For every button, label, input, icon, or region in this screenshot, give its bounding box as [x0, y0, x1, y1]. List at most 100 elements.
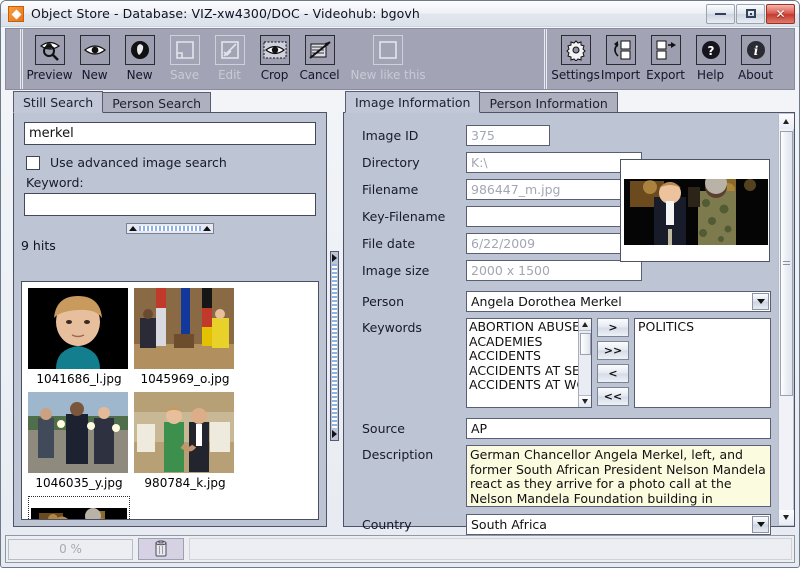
remove-keyword-button[interactable]: <: [597, 364, 629, 383]
scroll-down-button[interactable]: [778, 510, 794, 525]
add-all-keywords-button[interactable]: >>: [597, 341, 629, 360]
settings-button[interactable]: Settings: [551, 31, 600, 89]
person-new-icon: [124, 35, 155, 65]
details-pane: Image Information Person Information Ima…: [337, 91, 795, 535]
toolbar-group-edit: Preview New New Save Edit Crop Cancel Ne…: [20, 29, 434, 89]
field-image-id: Image ID 375: [362, 125, 771, 146]
help-button[interactable]: ? Help: [688, 31, 733, 89]
import-button-label: Import: [600, 68, 641, 82]
crop-button-label: Crop: [260, 68, 289, 82]
list-item[interactable]: ACCIDENTS AT WO: [469, 377, 586, 393]
search-tabstrip: Still Search Person Search: [5, 91, 329, 113]
list-item[interactable]: 1045969_o.jpg: [134, 288, 236, 386]
edit-button[interactable]: Edit: [207, 31, 252, 89]
image-preview[interactable]: [620, 159, 770, 262]
image-id-value[interactable]: 375: [466, 125, 550, 146]
image-size-value[interactable]: 2000 x 1500: [466, 260, 642, 281]
field-source: Source AP: [362, 418, 771, 439]
about-button[interactable]: i About: [733, 31, 778, 89]
crop-button[interactable]: Crop: [252, 31, 297, 89]
close-button[interactable]: ✕: [766, 3, 795, 24]
progress-indicator: 0 %: [8, 538, 133, 560]
person-combobox-value: Angela Dorothea Merkel: [471, 294, 622, 309]
scroll-down-arrow-icon[interactable]: [578, 395, 591, 407]
import-icon: [605, 35, 636, 65]
source-label: Source: [362, 421, 405, 436]
filename-value[interactable]: 986447_m.jpg: [466, 179, 642, 200]
scroll-up-button[interactable]: [778, 114, 794, 129]
list-item-selected[interactable]: 986447_m.jpg: [28, 496, 130, 519]
advanced-search-row[interactable]: Use advanced image search: [26, 155, 326, 170]
scrollbar-thumb[interactable]: [580, 333, 591, 355]
keywords-scrollbar[interactable]: [578, 319, 591, 407]
tab-image-information[interactable]: Image Information: [345, 91, 481, 113]
import-button[interactable]: Import: [598, 31, 643, 89]
available-keywords-list[interactable]: ABORTION ABUSE ACADEMIES ACCIDENTS ACCID…: [466, 318, 592, 408]
chevron-down-icon[interactable]: [752, 516, 769, 533]
restore-button[interactable]: [736, 3, 765, 24]
tab-person-information[interactable]: Person Information: [479, 92, 618, 113]
new-person-button[interactable]: New: [117, 31, 162, 89]
new-still-button[interactable]: New: [72, 31, 117, 89]
thumbnail-image: [28, 392, 128, 473]
list-item[interactable]: ABUSE: [538, 319, 580, 334]
help-button-label: Help: [697, 68, 724, 82]
trash-button[interactable]: [138, 538, 184, 560]
list-item[interactable]: ACCIDENTS AT SEA: [469, 363, 588, 378]
list-item[interactable]: 1046035_y.jpg: [28, 392, 130, 490]
restore-icon: [745, 9, 756, 18]
file-date-value[interactable]: 6/22/2009: [466, 233, 642, 254]
progress-text: 0 %: [59, 542, 82, 556]
scrollbar-track[interactable]: [779, 129, 794, 510]
list-item[interactable]: 980784_k.jpg: [134, 392, 236, 490]
cancel-button[interactable]: Cancel: [297, 31, 342, 89]
minimize-button[interactable]: [706, 3, 735, 24]
save-button[interactable]: Save: [162, 31, 207, 89]
window-title: Object Store - Database: VIZ-xw4300/DOC …: [31, 6, 420, 21]
search-input[interactable]: merkel: [24, 122, 316, 145]
tab-person-search[interactable]: Person Search: [102, 92, 212, 113]
export-button[interactable]: Export: [643, 31, 688, 89]
list-item[interactable]: 1041686_l.jpg: [28, 288, 130, 386]
advanced-search-checkbox[interactable]: [26, 155, 40, 170]
filename-label: Filename: [362, 182, 419, 197]
person-combobox[interactable]: Angela Dorothea Merkel: [466, 291, 771, 312]
preview-button[interactable]: Preview: [27, 31, 73, 89]
chevron-up-icon-left: [129, 226, 137, 231]
scroll-up-arrow-icon[interactable]: [578, 319, 591, 331]
status-bar: 0 %: [5, 535, 795, 563]
details-scrollbar[interactable]: [778, 114, 794, 525]
thumbnail-image: [31, 499, 127, 519]
list-item[interactable]: ABORTION: [469, 319, 534, 334]
tab-still-search[interactable]: Still Search: [13, 91, 104, 113]
directory-value[interactable]: K:\: [466, 152, 642, 173]
new-like-this-button[interactable]: New like this: [342, 31, 434, 89]
question-help-icon: ?: [695, 35, 726, 65]
remove-all-keywords-button[interactable]: <<: [597, 387, 629, 406]
hits-count: 9 hits: [21, 238, 56, 253]
title-bar: Object Store - Database: VIZ-xw4300/DOC …: [1, 1, 799, 27]
eye-new-icon: [79, 35, 110, 65]
selected-keywords-list[interactable]: POLITICS: [634, 318, 771, 408]
source-input[interactable]: AP: [466, 418, 771, 439]
scrollbar-thumb[interactable]: [779, 131, 793, 396]
description-textarea[interactable]: German Chancellor Angela Merkel, left, a…: [466, 445, 771, 507]
results-list[interactable]: 1041686_l.jpg 1045969_o.jpg 1046035_y.jp…: [21, 281, 319, 520]
search-input-value: merkel: [29, 126, 74, 141]
field-person: Person Angela Dorothea Merkel: [362, 291, 771, 312]
keyword-input[interactable]: [24, 193, 316, 216]
list-item[interactable]: ACCIDENTS: [469, 348, 541, 363]
collapse-splitter-handle[interactable]: [126, 223, 214, 234]
list-item[interactable]: POLITICS: [638, 319, 694, 334]
thumbnail-filename: 980784_k.jpg: [144, 476, 226, 490]
chevron-down-icon[interactable]: [752, 293, 769, 310]
export-button-label: Export: [646, 68, 685, 82]
key-filename-input[interactable]: [466, 206, 642, 227]
app-diamond-icon: [8, 5, 24, 22]
edit-pencil-icon: [214, 35, 245, 65]
list-item[interactable]: ACADEMIES: [469, 334, 542, 349]
crop-eye-icon: [259, 35, 290, 65]
country-combobox[interactable]: South Africa: [466, 514, 771, 535]
field-country: Country South Africa: [362, 514, 771, 535]
add-keyword-button[interactable]: >: [597, 318, 629, 337]
